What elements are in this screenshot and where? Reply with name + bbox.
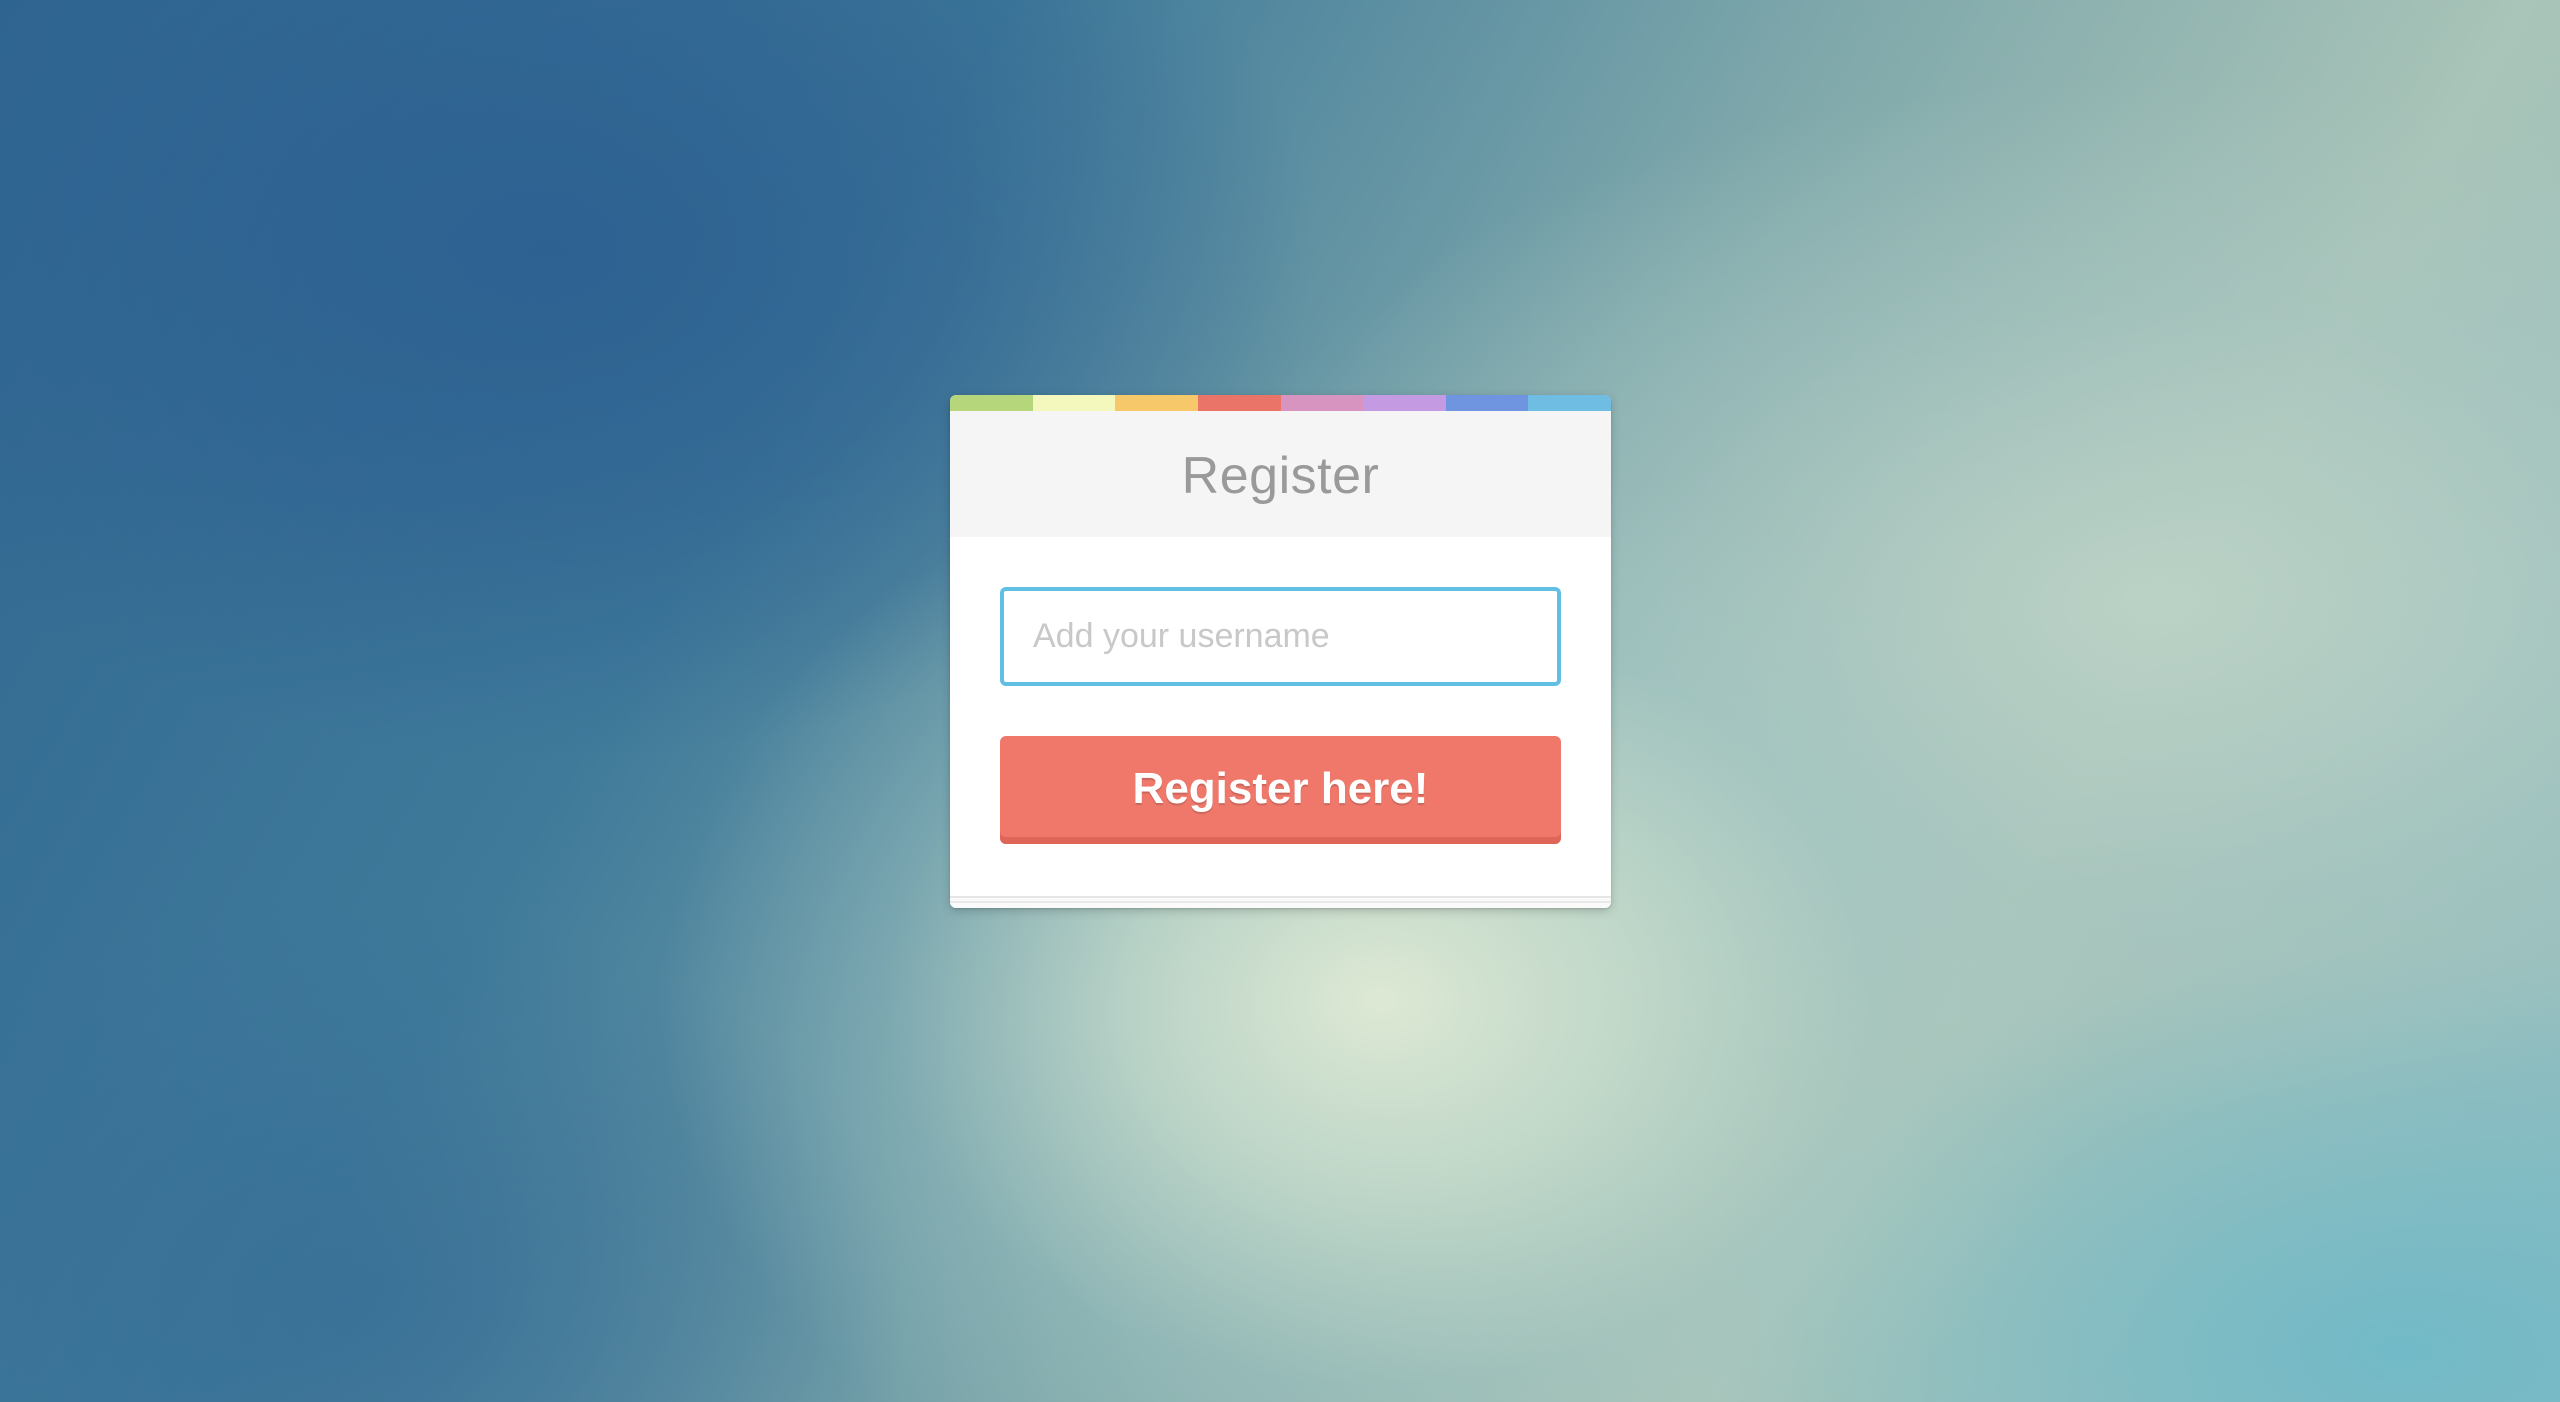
stripe-segment bbox=[1363, 395, 1446, 411]
stripe-segment bbox=[1115, 395, 1198, 411]
stripe-segment bbox=[1528, 395, 1611, 411]
stripe-segment bbox=[1445, 395, 1529, 411]
stripe-segment bbox=[950, 395, 1033, 411]
page-title: Register bbox=[1181, 447, 1380, 505]
card-header: Register bbox=[950, 411, 1611, 537]
register-button[interactable]: Register here! bbox=[1000, 736, 1561, 844]
color-stripe bbox=[950, 395, 1611, 411]
register-card: Register Register here! bbox=[950, 395, 1611, 908]
card-body: Register here! bbox=[950, 537, 1611, 844]
stripe-segment bbox=[1280, 395, 1364, 411]
stripe-segment bbox=[1032, 395, 1116, 411]
card-bottom-edge bbox=[950, 896, 1611, 908]
username-input[interactable] bbox=[1000, 587, 1561, 686]
stripe-segment bbox=[1197, 395, 1281, 411]
